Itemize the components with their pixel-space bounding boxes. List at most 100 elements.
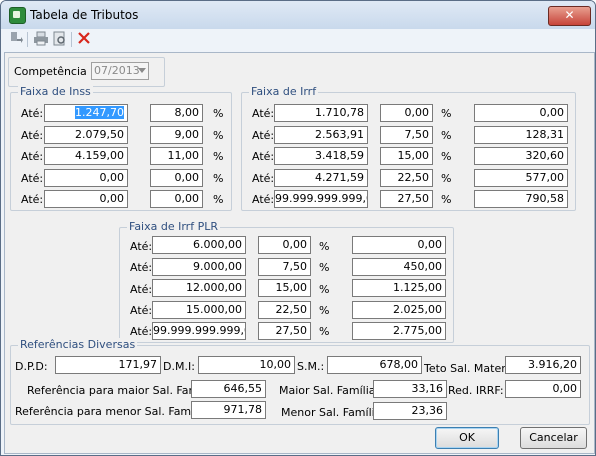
print-icon[interactable]	[32, 31, 50, 48]
inss-row-label: Até:	[21, 129, 44, 142]
inss-rate-field[interactable]: 11,00	[150, 147, 203, 165]
irrf-plr-legend: Faixa de Irrf PLR	[127, 220, 220, 233]
percent-label: %	[319, 304, 330, 317]
inss-row-label: Até:	[21, 172, 44, 185]
irrf-limit-field[interactable]: 1.710,78	[274, 104, 368, 122]
ok-button[interactable]: OK	[435, 427, 499, 449]
percent-label: %	[319, 283, 330, 296]
referencias-legend: Referências Diversas	[18, 338, 138, 351]
percent-label: %	[213, 129, 224, 142]
irrf-deduction-field[interactable]: 0,00	[474, 104, 568, 122]
app-icon	[9, 7, 26, 24]
competencia-label: Competência :	[14, 65, 94, 78]
percent-label: %	[319, 240, 330, 253]
irrf-row-label: Até:	[252, 107, 275, 120]
ref-menor-sal-familia-label: Referência para menor Sal. Família:	[15, 405, 211, 418]
window-title: Tabela de Tributos	[30, 8, 139, 22]
irrf-rate-field[interactable]: 7,50	[380, 126, 433, 144]
inss-legend: Faixa de Inss	[18, 85, 93, 98]
percent-label: %	[213, 150, 224, 163]
ref-maior-sal-familia-field[interactable]: 646,55	[191, 380, 266, 398]
irrf-deduction-field[interactable]: 577,00	[474, 169, 568, 187]
plr-deduction-field[interactable]: 2.025,00	[352, 301, 446, 319]
percent-label: %	[441, 129, 452, 142]
plr-deduction-field[interactable]: 1.125,00	[352, 279, 446, 297]
inss-row-label: Até:	[21, 193, 44, 206]
import-icon[interactable]	[7, 31, 25, 48]
irrf-deduction-field[interactable]: 790,58	[474, 190, 568, 208]
dmi-field[interactable]: 10,00	[198, 356, 295, 374]
percent-label: %	[441, 193, 452, 206]
irrf-row-label: Até:	[252, 172, 275, 185]
inss-group: Faixa de Inss Até: 1.247,70 8,00 % Até: …	[10, 85, 232, 211]
irrf-limit-field[interactable]: 4.271,59	[274, 169, 368, 187]
maior-sal-familia-field[interactable]: 33,16	[373, 380, 447, 398]
irrf-deduction-field[interactable]: 320,60	[474, 147, 568, 165]
delete-icon[interactable]	[75, 31, 93, 48]
irrf-rate-field[interactable]: 0,00	[380, 104, 433, 122]
chevron-down-icon	[138, 68, 146, 73]
plr-rate-field[interactable]: 0,00	[258, 236, 311, 254]
competencia-select[interactable]: 07/2013	[91, 62, 149, 80]
form-panel: Competência : 07/2013 Faixa de Inss Até:…	[4, 52, 595, 454]
plr-limit-field[interactable]: 9.000,00	[152, 258, 246, 276]
inss-rate-field[interactable]: 9,00	[150, 126, 203, 144]
irrf-limit-field[interactable]: 3.418,59	[274, 147, 368, 165]
irrf-deduction-field[interactable]: 128,31	[474, 126, 568, 144]
plr-row-label: Até:	[130, 304, 153, 317]
irrf-limit-field[interactable]: 99.999.999.999,00	[274, 190, 368, 208]
ref-menor-sal-familia-field[interactable]: 971,78	[191, 401, 266, 419]
inss-rate-field[interactable]: 0,00	[150, 169, 203, 187]
dpd-label: D.P.D:	[15, 360, 48, 373]
sm-field[interactable]: 678,00	[327, 356, 422, 374]
menor-sal-familia-field[interactable]: 23,36	[373, 402, 447, 420]
plr-limit-field[interactable]: 99.999.999.999,00	[152, 322, 246, 340]
title-bar[interactable]: Tabela de Tributos ✕	[1, 1, 595, 29]
teto-sal-mater-field[interactable]: 3.916,20	[505, 356, 581, 374]
plr-rate-field[interactable]: 22,50	[258, 301, 311, 319]
percent-label: %	[213, 193, 224, 206]
plr-rate-field[interactable]: 7,50	[258, 258, 311, 276]
close-button[interactable]: ✕	[548, 6, 591, 26]
irrf-row-label: Até:	[252, 129, 275, 142]
percent-label: %	[319, 325, 330, 338]
plr-limit-field[interactable]: 12.000,00	[152, 279, 246, 297]
inss-rate-field[interactable]: 8,00	[150, 104, 203, 122]
dmi-label: D.M.I:	[163, 360, 195, 373]
plr-deduction-field[interactable]: 450,00	[352, 258, 446, 276]
red-irrf-field[interactable]: 0,00	[505, 380, 581, 398]
irrf-row-label: Até:	[252, 193, 275, 206]
inss-rate-field[interactable]: 0,00	[150, 190, 203, 208]
inss-limit-field[interactable]: 0,00	[44, 169, 128, 187]
competencia-group: Competência : 07/2013	[8, 57, 165, 87]
sm-label: S.M.:	[297, 360, 325, 373]
inss-limit-field[interactable]: 0,00	[44, 190, 128, 208]
inss-limit-field[interactable]: 2.079,50	[44, 126, 128, 144]
cancel-button[interactable]: Cancelar	[520, 427, 587, 449]
percent-label: %	[441, 150, 452, 163]
irrf-limit-field[interactable]: 2.563,91	[274, 126, 368, 144]
inss-row-label: Até:	[21, 107, 44, 120]
dpd-field[interactable]: 171,97	[55, 356, 161, 374]
plr-limit-field[interactable]: 15.000,00	[152, 301, 246, 319]
referencias-group: Referências Diversas D.P.D: 171,97 D.M.I…	[10, 338, 590, 425]
percent-label: %	[441, 172, 452, 185]
plr-rate-field[interactable]: 15,00	[258, 279, 311, 297]
plr-row-label: Até:	[130, 240, 153, 253]
inss-limit-field[interactable]: 1.247,70	[44, 104, 128, 122]
percent-label: %	[213, 172, 224, 185]
plr-limit-field[interactable]: 6.000,00	[152, 236, 246, 254]
inss-limit-field[interactable]: 4.159,00	[44, 147, 128, 165]
plr-deduction-field[interactable]: 0,00	[352, 236, 446, 254]
preview-icon[interactable]	[51, 31, 69, 48]
plr-rate-field[interactable]: 27,50	[258, 322, 311, 340]
irrf-row-label: Até:	[252, 150, 275, 163]
irrf-rate-field[interactable]: 27,50	[380, 190, 433, 208]
teto-sal-mater-label: Teto Sal. Mater.:	[424, 362, 512, 375]
plr-deduction-field[interactable]: 2.775,00	[352, 322, 446, 340]
irrf-rate-field[interactable]: 15,00	[380, 147, 433, 165]
irrf-rate-field[interactable]: 22,50	[380, 169, 433, 187]
plr-row-label: Até:	[130, 325, 153, 338]
toolbar-separator	[27, 32, 28, 47]
red-irrf-label: Red. IRRF:	[448, 384, 504, 397]
